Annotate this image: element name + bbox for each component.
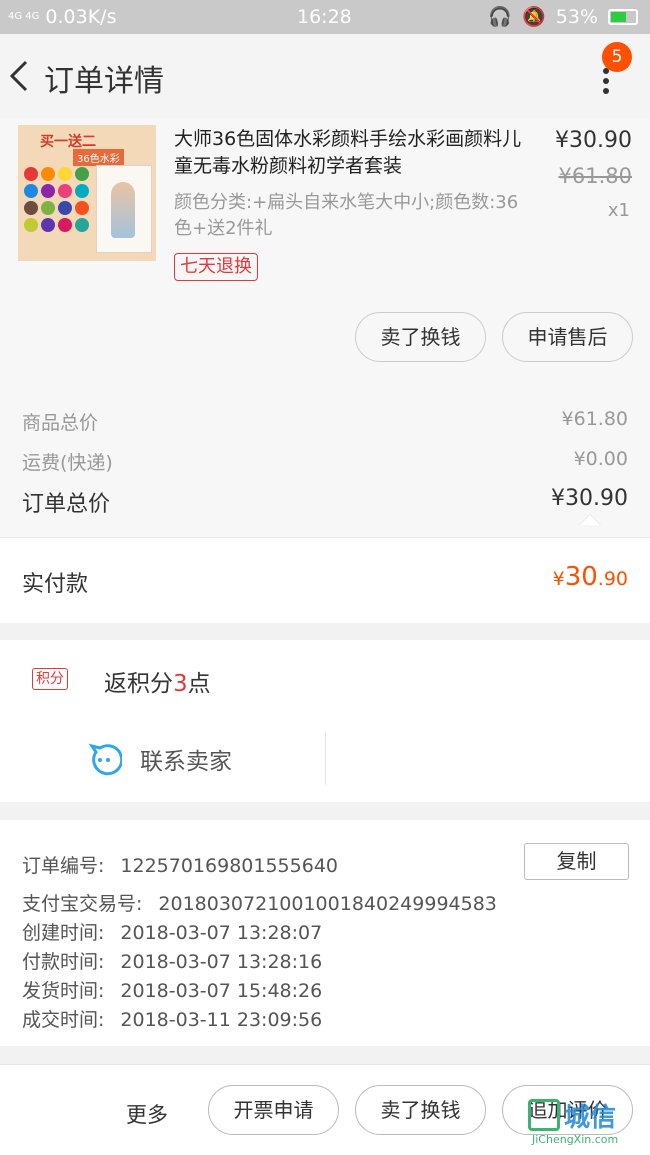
order-number: 122570169801555640 — [120, 855, 338, 877]
info-label: 发货时间: — [22, 980, 105, 1002]
price-summary: 商品总价 ¥61.80 运费(快递) ¥0.00 订单总价 ¥30.90 — [0, 382, 650, 537]
quantity: x1 — [607, 200, 630, 221]
status-bar: 4G 4G 0.03K/s 16:28 🎧 🔕 53% — [0, 0, 650, 34]
product-name[interactable]: 大师36色固体水彩颜料手绘水彩画颜料儿童无毒水粉颜料初学者套装 — [174, 126, 530, 180]
bottom-action-bar: 更多 开票申请 卖了换钱 追加评价 城信 JiChengXin.com — [0, 1064, 650, 1155]
network-speed: 0.03K/s — [45, 6, 117, 28]
alipay-number-row: 支付宝交易号: 2018030721001001840249994583 — [22, 889, 497, 916]
chat-face-icon — [88, 743, 122, 776]
info-label: 支付宝交易号: — [22, 893, 143, 915]
network-indicator: 4G 4G 0.03K/s — [8, 6, 116, 28]
contact-seller-button[interactable]: 联系卖家 — [86, 742, 232, 776]
info-label: 创建时间: — [22, 922, 105, 944]
paid-time: 2018-03-07 13:28:16 — [120, 951, 323, 973]
paint-swatches — [24, 167, 89, 232]
points-section: 积分 返积分3点 联系卖家 — [0, 640, 650, 802]
actual-payment: 实付款 ¥30.90 — [0, 537, 650, 623]
product-price: ¥30.90 — [555, 128, 632, 153]
site-watermark: 城信 JiChengXin.com — [526, 1097, 646, 1149]
created-time: 2018-03-07 13:28:07 — [120, 922, 323, 944]
info-label: 付款时间: — [22, 951, 105, 973]
headset-icon: 🎧 — [488, 6, 513, 28]
created-time-row: 创建时间: 2018-03-07 13:28:07 — [22, 918, 322, 945]
paid-integer: 30 — [564, 562, 598, 592]
info-label: 订单编号: — [22, 855, 105, 877]
copy-button[interactable]: 复制 — [524, 843, 629, 880]
points-suffix: 点 — [187, 671, 211, 697]
watermark-en: JiChengXin.com — [532, 1133, 619, 1146]
paid-label: 实付款 — [22, 572, 89, 597]
invoice-button[interactable]: 开票申请 — [208, 1085, 339, 1135]
more-menu-icon[interactable] — [598, 68, 614, 98]
shipping-value: ¥0.00 — [573, 448, 628, 470]
points-count: 3 — [173, 671, 188, 697]
points-text: 返积分3点 — [104, 664, 211, 698]
paid-time-row: 付款时间: 2018-03-07 13:28:16 — [22, 947, 322, 974]
battery-icon — [608, 8, 638, 25]
watermark-logo-icon — [528, 1099, 560, 1131]
completed-time-row: 成交时间: 2018-03-11 23:09:56 — [22, 1005, 322, 1032]
shipping-label: 运费(快递) — [22, 452, 113, 474]
sketchbook-image — [96, 165, 152, 253]
notification-badge: 5 — [602, 42, 632, 72]
mute-icon: 🔕 — [522, 6, 546, 28]
thumb-promo-text: 买一送二 — [40, 134, 96, 150]
goods-total-label: 商品总价 — [22, 412, 99, 434]
shipped-time: 2018-03-07 15:48:26 — [120, 980, 323, 1002]
page-title: 订单详情 — [44, 64, 164, 99]
contact-seller-label: 联系卖家 — [140, 749, 232, 775]
divider — [325, 733, 326, 785]
expand-caret-icon — [579, 514, 601, 525]
more-button[interactable]: 更多 — [126, 1099, 168, 1129]
order-info: 订单编号: 122570169801555640 复制 支付宝交易号: 201803… — [0, 820, 650, 1046]
after-sale-button[interactable]: 申请售后 — [502, 312, 633, 362]
back-arrow-icon[interactable] — [6, 56, 34, 96]
product-thumbnail[interactable]: 买一送二 36色水彩 — [18, 125, 156, 261]
goods-total-value: ¥61.80 — [561, 408, 628, 430]
battery-percent: 53% — [555, 5, 598, 28]
alipay-number: 2018030721001001840249994583 — [158, 893, 497, 915]
paid-symbol: ¥ — [552, 568, 565, 590]
completed-time: 2018-03-11 23:09:56 — [120, 1009, 323, 1031]
paid-amount: ¥30.90 — [553, 562, 628, 592]
clock: 16:28 — [297, 6, 352, 28]
product-attributes: 颜色分类:+扁头自来水笔大中小;颜色数:36色+送2件礼 — [174, 192, 519, 239]
paid-decimal: .90 — [597, 568, 628, 590]
original-price: ¥61.80 — [558, 164, 632, 188]
signal-icon: 4G 4G — [8, 11, 40, 22]
watermark-cn: 城信 — [564, 1103, 617, 1133]
order-total-label: 订单总价 — [22, 492, 111, 517]
info-label: 成交时间: — [22, 1009, 105, 1031]
points-tag: 积分 — [32, 668, 68, 690]
thumb-sub-text: 36色水彩 — [73, 149, 124, 166]
nav-header: 订单详情 5 — [0, 34, 650, 118]
order-number-row: 订单编号: 122570169801555640 — [22, 851, 338, 878]
sell-button[interactable]: 卖了换钱 — [355, 312, 486, 362]
product-card[interactable]: 买一送二 36色水彩 大师36色固体水彩颜料手绘水彩画颜料儿童无毒水粉颜料初学者… — [0, 118, 650, 382]
sell-button-bottom[interactable]: 卖了换钱 — [355, 1085, 486, 1135]
shipped-time-row: 发货时间: 2018-03-07 15:48:26 — [22, 976, 322, 1003]
points-prefix: 返积分 — [104, 671, 173, 697]
return-policy-tag: 七天退换 — [174, 253, 258, 281]
